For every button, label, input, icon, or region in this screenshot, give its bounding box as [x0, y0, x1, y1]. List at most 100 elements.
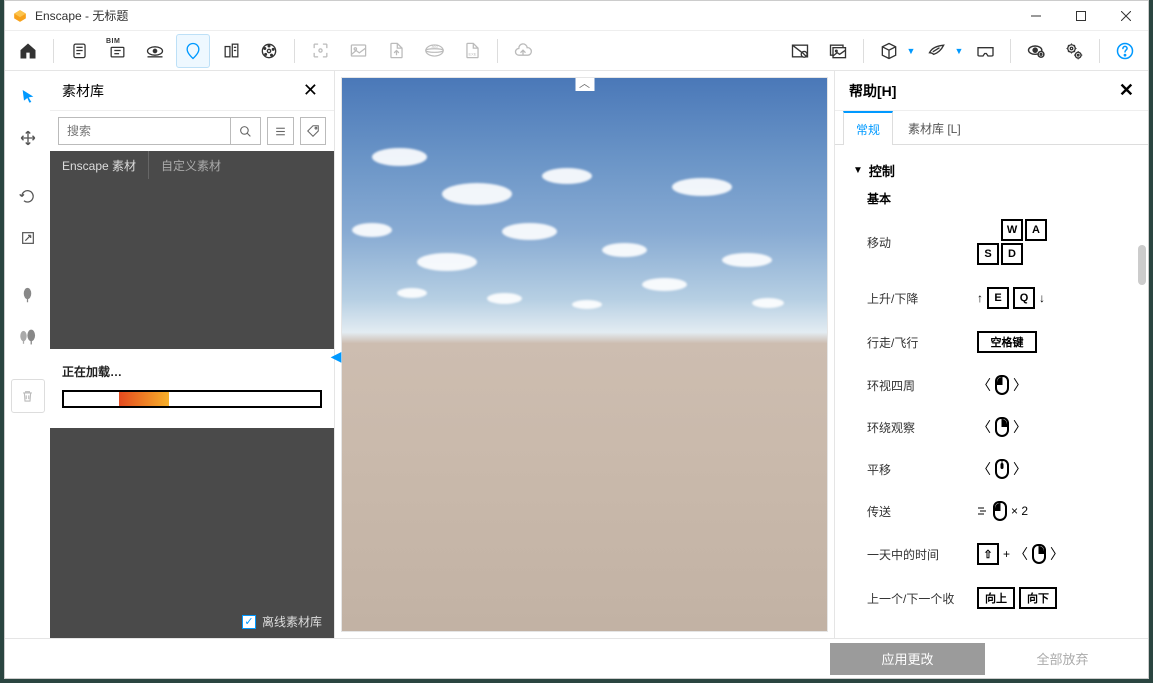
- viewport[interactable]: ︿: [341, 77, 828, 632]
- cube-manage-button[interactable]: [872, 34, 906, 68]
- mouse-mid-icon: [995, 459, 1009, 479]
- row-label: 一天中的时间: [867, 546, 977, 563]
- app-window: Enscape - 无标题 BIM 360 EXE ▼ ▼: [4, 0, 1149, 679]
- key-q: Q: [1013, 287, 1035, 309]
- mouse-left-icon: [995, 375, 1009, 395]
- row-label: 行走/飞行: [867, 334, 977, 351]
- panel-title: 素材库: [62, 81, 104, 101]
- maximize-button[interactable]: [1058, 1, 1103, 31]
- discard-button[interactable]: 全部放弃: [985, 643, 1140, 675]
- loading-indicator: 正在加载…: [50, 349, 334, 428]
- bim-info-button[interactable]: BIM: [100, 34, 134, 68]
- close-icon[interactable]: ✕: [1119, 80, 1134, 101]
- exe-export-button[interactable]: EXE: [455, 34, 489, 68]
- key-w: W: [1001, 219, 1023, 241]
- list-view-icon[interactable]: [267, 117, 294, 145]
- settings-button[interactable]: [1057, 34, 1091, 68]
- row-label: 平移: [867, 461, 977, 478]
- tab-asset-library[interactable]: 素材库 [L]: [895, 111, 974, 144]
- help-title: 帮助[H]: [849, 81, 896, 101]
- tab-enscape-materials[interactable]: Enscape 素材: [50, 151, 149, 179]
- loading-text: 正在加载…: [62, 363, 322, 380]
- cloud-button[interactable]: [506, 34, 540, 68]
- row-label: 传送: [867, 503, 977, 520]
- scrollbar-thumb[interactable]: [1138, 245, 1146, 285]
- home-button[interactable]: [11, 34, 45, 68]
- row-label: 上一个/下一个收: [867, 590, 977, 607]
- tab-custom-materials[interactable]: 自定义素材: [149, 151, 233, 179]
- help-panel: 帮助[H] ✕ 常规 素材库 [L] ▼控制 基本 移动 W A S: [834, 71, 1148, 638]
- key-a: A: [1025, 219, 1047, 241]
- tab-general[interactable]: 常规: [843, 111, 893, 145]
- section-title: 控制: [869, 161, 895, 180]
- svg-text:360: 360: [431, 44, 438, 49]
- key-e: E: [987, 287, 1009, 309]
- scale-tool[interactable]: [11, 221, 45, 255]
- key-space: 空格键: [977, 331, 1037, 353]
- bottom-bar: 应用更改 全部放弃: [5, 638, 1148, 678]
- multi-tree-tool[interactable]: [11, 321, 45, 355]
- visual-settings-button[interactable]: [1019, 34, 1053, 68]
- search-input[interactable]: [59, 118, 230, 144]
- arrow-up-icon: ↑: [977, 291, 983, 305]
- site-context-button[interactable]: [214, 34, 248, 68]
- material-preview-area: [50, 179, 334, 349]
- help-tabs: 常规 素材库 [L]: [835, 111, 1148, 145]
- progress-bar: [62, 390, 322, 408]
- clipboard-button[interactable]: [62, 34, 96, 68]
- arrow-down-icon: ↓: [1039, 291, 1045, 305]
- motion-lines-icon: [977, 506, 989, 516]
- chevron-down-icon[interactable]: ▼: [954, 46, 964, 56]
- search-icon[interactable]: [230, 118, 260, 144]
- offline-checkbox[interactable]: ✓ 离线素材库: [242, 613, 322, 630]
- key-up: 向上: [977, 587, 1015, 609]
- key-d: D: [1001, 243, 1023, 265]
- move-tool[interactable]: [11, 121, 45, 155]
- caret-down-icon[interactable]: ▼: [853, 165, 863, 176]
- screenshot-button[interactable]: [303, 34, 337, 68]
- app-logo-icon: [13, 9, 27, 23]
- mouse-right-icon: [995, 417, 1009, 437]
- close-icon[interactable]: ✕: [299, 76, 322, 105]
- select-tool[interactable]: [11, 79, 45, 113]
- multiplier-text: × 2: [1011, 504, 1028, 518]
- delete-tool[interactable]: [11, 379, 45, 413]
- collapse-panel-caret[interactable]: ◀: [331, 348, 341, 365]
- left-toolstrip: [5, 71, 50, 638]
- body: 素材库 ✕ Enscape 素材 自定义素材 正在加载…: [5, 71, 1148, 638]
- titlebar: Enscape - 无标题: [5, 1, 1148, 31]
- chevron-up-icon[interactable]: ︿: [575, 77, 594, 91]
- panorama-button[interactable]: 360: [417, 34, 451, 68]
- minimize-button[interactable]: [1013, 1, 1058, 31]
- video-path-button[interactable]: [252, 34, 286, 68]
- material-library-panel: 素材库 ✕ Enscape 素材 自定义素材 正在加载…: [50, 71, 335, 638]
- view-manage-button[interactable]: [138, 34, 172, 68]
- safe-area-button[interactable]: [783, 34, 817, 68]
- gallery-button[interactable]: [821, 34, 855, 68]
- batch-render-button[interactable]: [341, 34, 375, 68]
- row-label: 环视四周: [867, 377, 977, 394]
- chevron-down-icon[interactable]: ▼: [906, 46, 916, 56]
- reload-tool[interactable]: [11, 179, 45, 213]
- key-down: 向下: [1019, 587, 1057, 609]
- material-tabs: Enscape 素材 自定义素材: [50, 151, 334, 179]
- mouse-right-icon: [1032, 544, 1046, 564]
- window-title: Enscape - 无标题: [35, 7, 128, 24]
- help-button[interactable]: [1108, 34, 1142, 68]
- subtitle: 基本: [867, 190, 1134, 207]
- vr-button[interactable]: [968, 34, 1002, 68]
- apply-button[interactable]: 应用更改: [830, 643, 985, 675]
- close-button[interactable]: [1103, 1, 1148, 31]
- svg-text:EXE: EXE: [468, 51, 476, 56]
- wing-button[interactable]: [920, 34, 954, 68]
- key-shift: ⇧: [977, 543, 999, 565]
- tag-icon[interactable]: [300, 117, 327, 145]
- row-label: 上升/下降: [867, 290, 977, 307]
- search-box: [58, 117, 261, 145]
- row-label: 环绕观察: [867, 419, 977, 436]
- help-content: ▼控制 基本 移动 W A S D 上升/下降: [835, 145, 1148, 638]
- export-button[interactable]: [379, 34, 413, 68]
- single-tree-tool[interactable]: [11, 279, 45, 313]
- main-toolbar: BIM 360 EXE ▼ ▼: [5, 31, 1148, 71]
- asset-library-button[interactable]: [176, 34, 210, 68]
